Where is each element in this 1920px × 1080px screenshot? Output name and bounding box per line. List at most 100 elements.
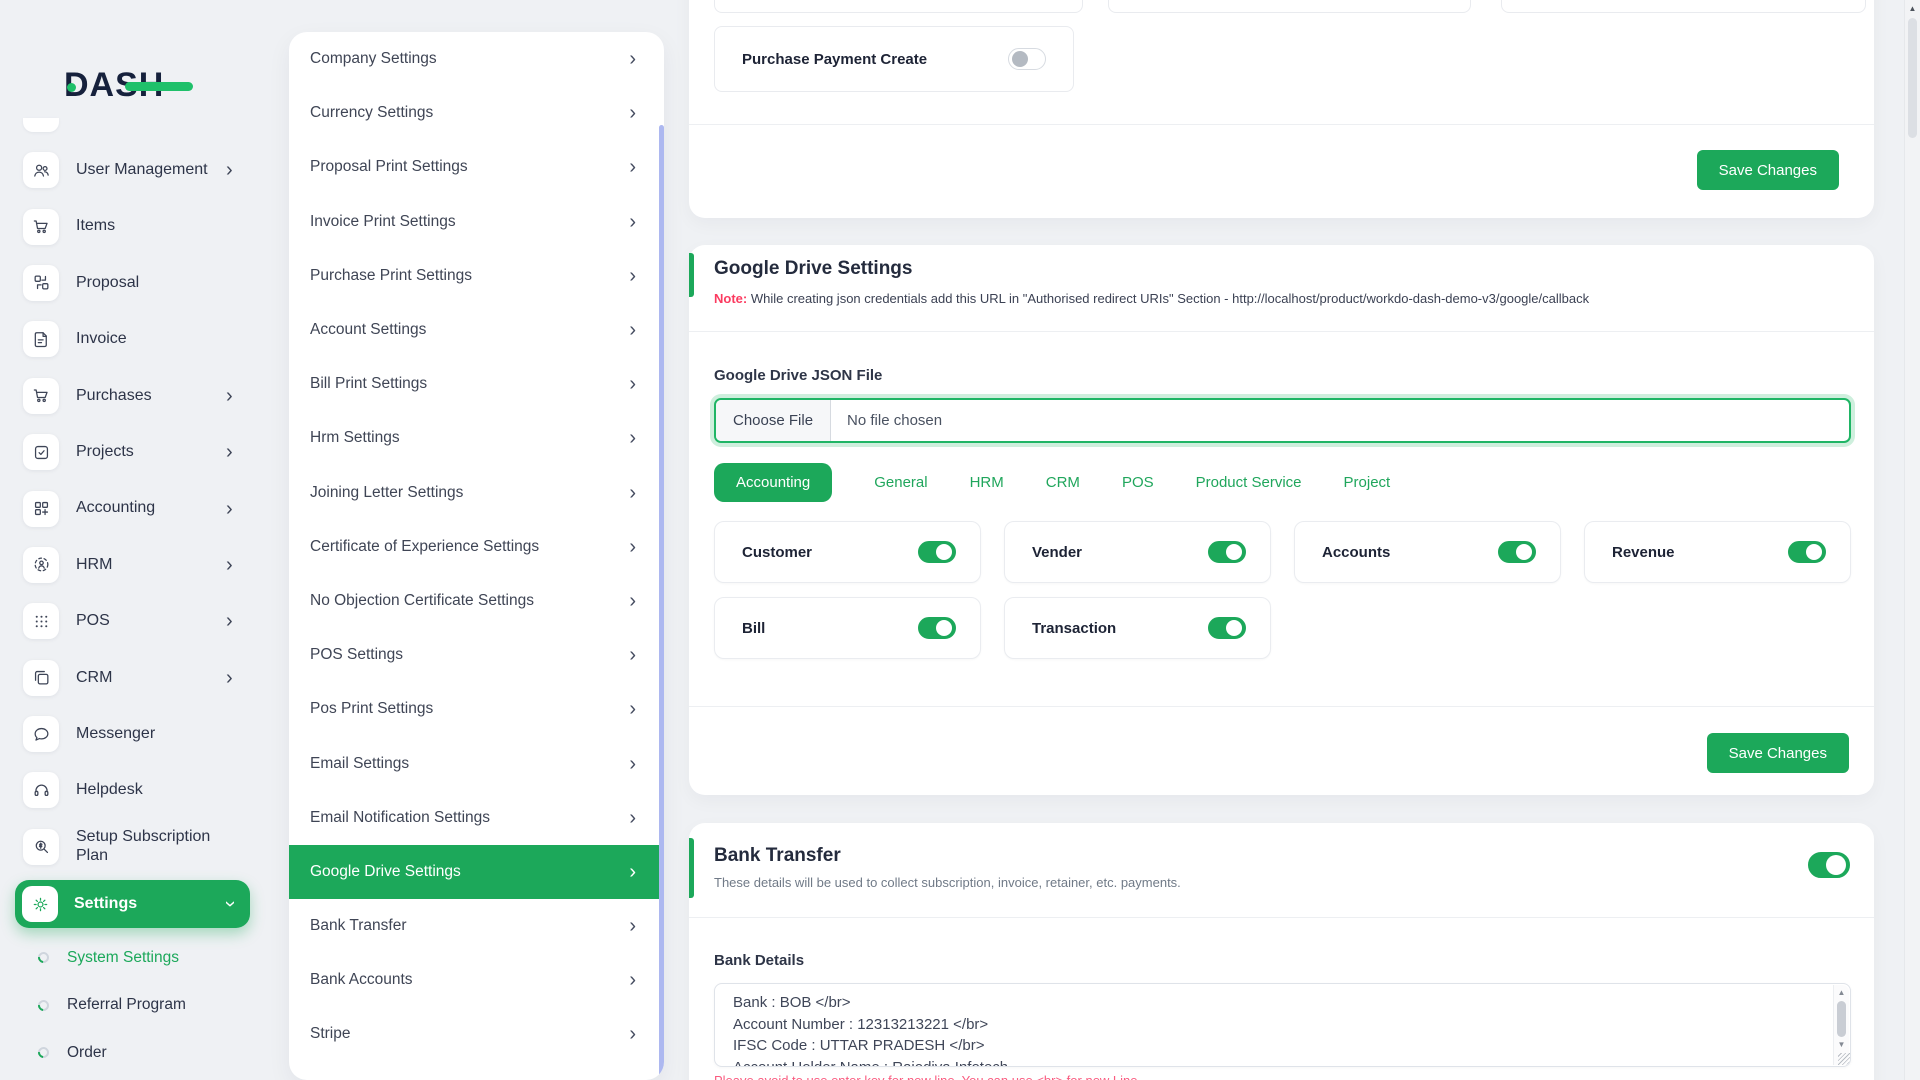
pos-icon: [23, 603, 59, 640]
chevron-right-icon: ›: [629, 319, 636, 342]
scroll-up-icon[interactable]: ▲: [1834, 989, 1849, 997]
divider: [689, 331, 1874, 332]
sidebar-subitem[interactable]: System Settings: [0, 934, 260, 982]
settings-menu-item[interactable]: Email Notification Settings ›: [289, 791, 664, 845]
sidebar-subitem[interactable]: Order: [0, 1029, 260, 1077]
settings-menu-item[interactable]: Bank Transfer ›: [289, 899, 664, 953]
sidebar-item[interactable]: User Management ›: [0, 142, 260, 198]
chevron-right-icon: ›: [629, 806, 636, 829]
settings-menu-item[interactable]: Account Settings ›: [289, 303, 664, 357]
permission-box-partial: [1501, 0, 1866, 13]
toggle-switch[interactable]: [918, 541, 956, 563]
sidebar-item[interactable]: Projects ›: [0, 424, 260, 480]
settings-menu-item[interactable]: Google Drive Settings ›: [289, 844, 664, 899]
purchase-payment-create-toggle[interactable]: [1008, 48, 1046, 70]
proposal-icon: [23, 264, 59, 301]
note-label: Note:: [714, 291, 748, 306]
settings-label: Settings: [74, 895, 138, 912]
main-content: Purchase Payment Create Save Changes Goo…: [689, 0, 1920, 1080]
settings-submenu: System Settings Referral Program Order: [0, 934, 260, 1077]
purchase-payment-create-box: Purchase Payment Create: [714, 26, 1074, 92]
settings-menu-item[interactable]: Stripe ›: [289, 1007, 664, 1061]
scrollbar-thumb[interactable]: [1908, 18, 1917, 138]
sidebar-item[interactable]: Accounting ›: [0, 480, 260, 536]
chevron-right-icon: ›: [629, 1023, 636, 1046]
tab[interactable]: General: [874, 474, 927, 491]
chevron-right-icon: ›: [629, 210, 636, 233]
toggle-switch[interactable]: [1498, 541, 1536, 563]
settings-menu-item[interactable]: Bill Print Settings ›: [289, 357, 664, 411]
sidebar-item[interactable]: Invoice ›: [0, 311, 260, 367]
module-toggle-card: Accounts: [1294, 521, 1561, 583]
panel-scrollbar[interactable]: [659, 125, 664, 1080]
settings-menu-item[interactable]: Paypal ›: [289, 1062, 664, 1080]
sidebar-item[interactable]: Setup Subscription Plan ›: [0, 819, 260, 875]
settings-menu-item[interactable]: Currency Settings ›: [289, 86, 664, 140]
resize-grip-icon[interactable]: [1838, 1053, 1850, 1065]
sidebar-subitem[interactable]: Referral Program: [0, 982, 260, 1030]
settings-menu-item[interactable]: Invoice Print Settings ›: [289, 195, 664, 249]
settings-menu-item[interactable]: No Objection Certificate Settings ›: [289, 574, 664, 628]
tab[interactable]: Accounting: [714, 462, 833, 502]
sidebar-item[interactable]: HRM ›: [0, 537, 260, 593]
divider: [689, 706, 1874, 707]
tab[interactable]: Project: [1344, 474, 1391, 491]
settings-menu-item[interactable]: Bank Accounts ›: [289, 953, 664, 1007]
settings-menu-item[interactable]: Proposal Print Settings ›: [289, 140, 664, 194]
tab[interactable]: CRM: [1046, 474, 1080, 491]
chevron-down-icon: ›: [219, 900, 242, 908]
save-changes-button[interactable]: Save Changes: [1696, 150, 1839, 190]
module-toggle-card: Revenue: [1584, 521, 1851, 583]
settings-menu-item[interactable]: Pos Print Settings ›: [289, 682, 664, 736]
toggle-switch[interactable]: [918, 617, 956, 639]
hrm-icon: [23, 546, 59, 583]
toggle-switch[interactable]: [1788, 541, 1826, 563]
chevron-right-icon: ›: [226, 666, 233, 689]
scrollbar-thumb[interactable]: [1837, 1001, 1846, 1037]
sidebar-item[interactable]: Messenger ›: [0, 706, 260, 762]
settings-menu-item[interactable]: Hrm Settings ›: [289, 411, 664, 465]
sidebar-item-settings[interactable]: Settings ›: [15, 880, 250, 928]
page: DASH User Management › Items › Proposal …: [0, 0, 1920, 1080]
settings-menu-item[interactable]: POS Settings ›: [289, 628, 664, 682]
bank-transfer-toggle[interactable]: [1808, 852, 1850, 878]
sidebar-item[interactable]: POS ›: [0, 593, 260, 649]
google-drive-settings-card: Google Drive Settings Note: While creati…: [689, 245, 1874, 795]
json-file-input[interactable]: Choose File No file chosen: [714, 398, 1851, 443]
scroll-up-icon[interactable]: ▲: [1905, 5, 1920, 13]
choose-file-button[interactable]: Choose File: [716, 400, 832, 441]
settings-menu-item[interactable]: Purchase Print Settings ›: [289, 249, 664, 303]
toggle-switch[interactable]: [1208, 617, 1246, 639]
sidebar-item[interactable]: Proposal ›: [0, 255, 260, 311]
tab[interactable]: Product Service: [1196, 474, 1302, 491]
page-scrollbar[interactable]: ▲: [1904, 0, 1920, 1080]
bank-details-textarea[interactable]: Bank : BOB </br> Account Number : 123132…: [715, 984, 1850, 1066]
sidebar-item[interactable]: Items ›: [0, 198, 260, 254]
scroll-down-icon[interactable]: ▼: [1834, 1041, 1849, 1049]
tab[interactable]: HRM: [970, 474, 1004, 491]
settings-panel: Company Settings › Currency Settings › P…: [289, 32, 664, 1080]
logo-dash-bar: [125, 82, 193, 91]
chevron-right-icon: ›: [629, 644, 636, 667]
settings-menu-item[interactable]: Email Settings ›: [289, 736, 664, 790]
section-accent-bar: [689, 253, 694, 297]
brand-logo[interactable]: DASH: [64, 66, 204, 108]
sidebar-item[interactable]: Purchases ›: [0, 368, 260, 424]
permission-box-partial: [1108, 0, 1471, 13]
toggle-switch[interactable]: [1208, 541, 1246, 563]
settings-menu-item[interactable]: Certificate of Experience Settings ›: [289, 520, 664, 574]
chevron-right-icon: ›: [629, 481, 636, 504]
sidebar-item[interactable]: CRM ›: [0, 650, 260, 706]
permissions-card: Purchase Payment Create Save Changes: [689, 0, 1874, 218]
settings-menu-item[interactable]: Joining Letter Settings ›: [289, 466, 664, 520]
save-changes-button[interactable]: Save Changes: [1706, 733, 1849, 773]
chevron-right-icon: ›: [629, 860, 636, 883]
chevron-right-icon: ›: [629, 969, 636, 992]
bullet-icon: [35, 950, 52, 966]
module-toggle-card: Customer: [714, 521, 981, 583]
chevron-right-icon: ›: [629, 589, 636, 612]
sidebar-item[interactable]: Helpdesk ›: [0, 762, 260, 818]
settings-menu-item[interactable]: Company Settings ›: [289, 32, 664, 86]
tab[interactable]: POS: [1122, 474, 1154, 491]
section-note: Note: While creating json credentials ad…: [714, 291, 1589, 306]
